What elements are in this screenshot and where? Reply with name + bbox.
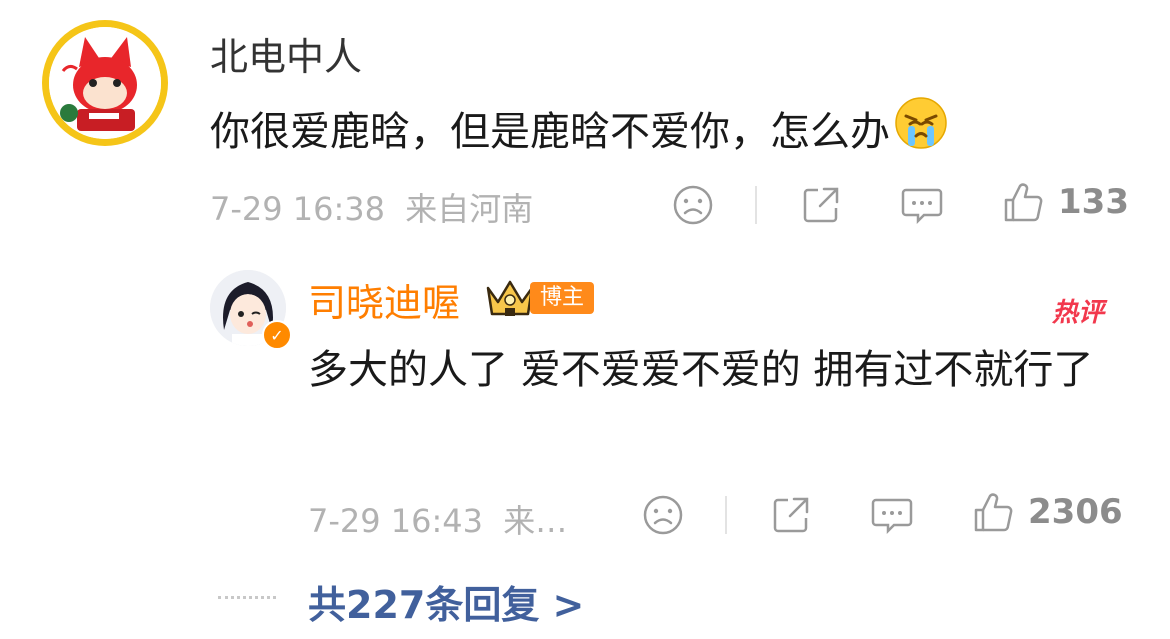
comment-meta: 7-29 16:38 来自河南 (210, 184, 533, 230)
action-divider (755, 186, 757, 224)
reply-time: 7-29 16:43 (308, 502, 484, 540)
like-count: 133 (1058, 182, 1129, 222)
view-more-replies-link[interactable]: 共227条回复 > (308, 574, 584, 629)
blogger-badge: 博主 (530, 282, 595, 314)
share-icon (803, 187, 839, 223)
verified-badge-icon: ✓ (262, 320, 292, 350)
reply-like-button[interactable]: 2306 (972, 490, 1123, 534)
thumbs-up-icon (1004, 183, 1043, 222)
reply-meta: 7-29 16:43 来… (308, 496, 567, 542)
reply-share-button[interactable] (770, 494, 812, 540)
reply-comment-button[interactable] (870, 494, 914, 540)
share-button[interactable] (800, 184, 842, 230)
reply-location: 来… (503, 502, 568, 540)
action-divider (725, 496, 727, 534)
like-button[interactable]: 133 (1002, 180, 1129, 224)
frown-face-icon (673, 185, 713, 225)
comment-icon (901, 188, 943, 225)
comment-time: 7-29 16:38 (210, 190, 386, 228)
fox-avatar-icon (49, 27, 161, 139)
crying-emoji-icon (894, 96, 948, 160)
commenter-username[interactable]: 北电中人 (210, 26, 362, 81)
hot-comment-label: 热评 (1052, 298, 1105, 328)
thumbs-up-icon (974, 493, 1013, 532)
crown-icon (484, 276, 536, 322)
replier-username[interactable]: 司晓迪喔 (308, 272, 460, 327)
reply-text: 多大的人了 爱不爱爱不爱的 拥有过不就行了 (308, 347, 1094, 393)
reply-button[interactable] (900, 184, 944, 230)
frown-face-icon (643, 495, 683, 535)
comment-body: 你很爱鹿晗，但是鹿晗不爱你，怎么办 (210, 109, 890, 155)
reply-like-count: 2306 (1028, 492, 1123, 532)
dislike-button[interactable] (672, 184, 714, 230)
comment-location: 来自河南 (405, 190, 534, 228)
dotted-divider (218, 596, 276, 599)
share-icon (773, 497, 809, 533)
reply-dislike-button[interactable] (642, 494, 684, 540)
comment-text: 你很爱鹿晗，但是鹿晗不爱你，怎么办 (210, 96, 948, 160)
comment-icon (871, 498, 913, 535)
commenter-avatar[interactable] (42, 20, 168, 146)
